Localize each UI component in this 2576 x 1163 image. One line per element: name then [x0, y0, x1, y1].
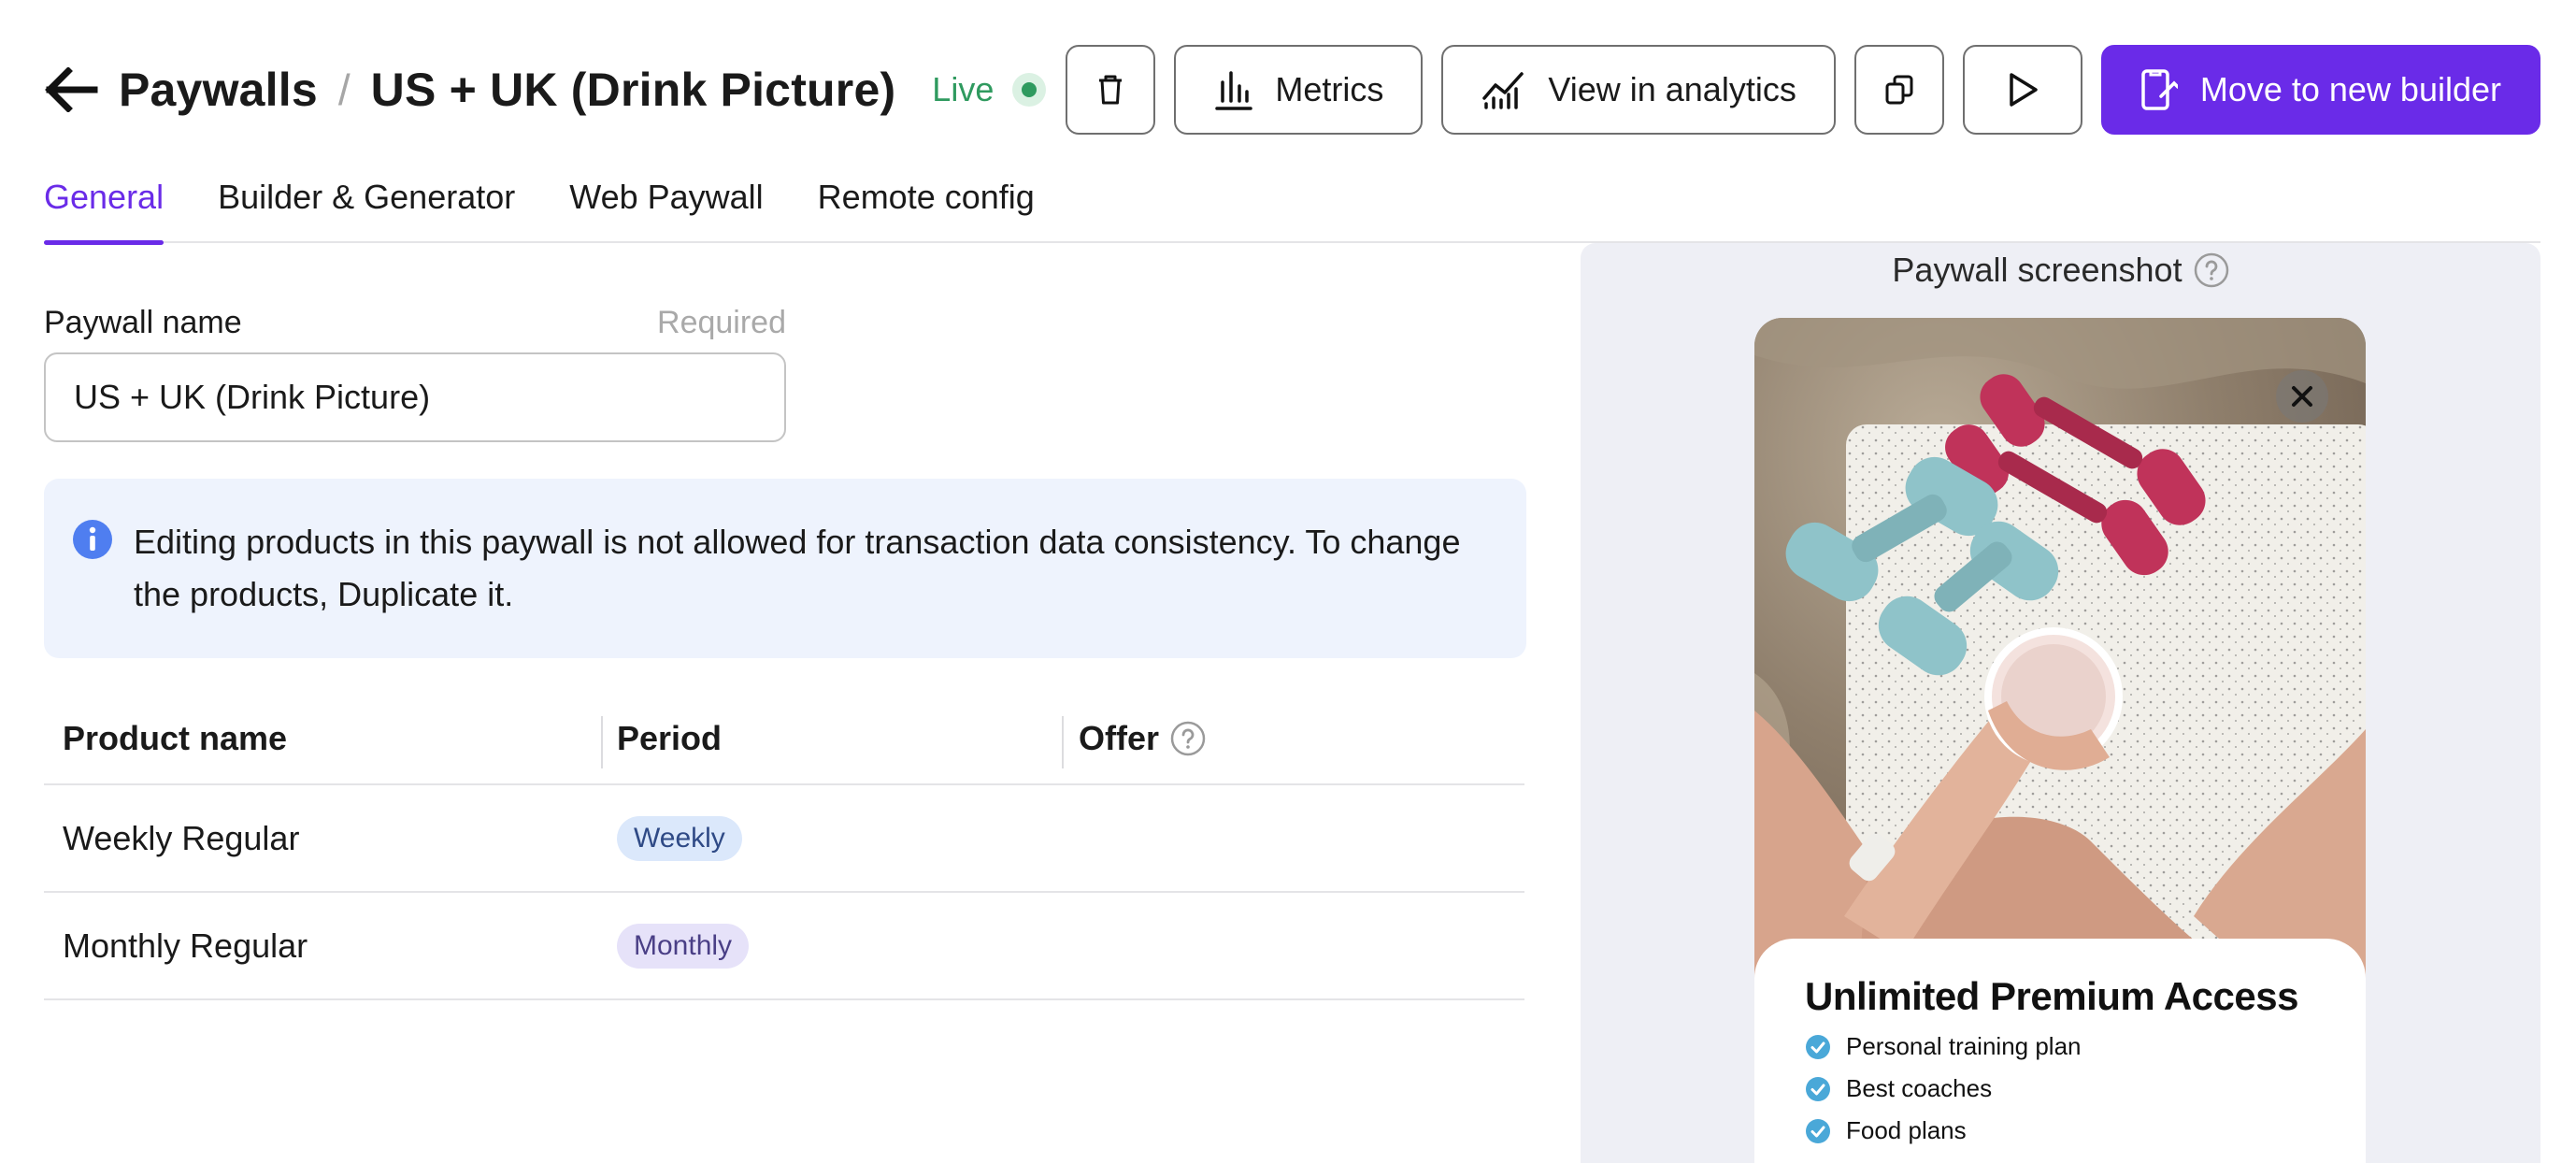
info-text: Editing products in this paywall is not … — [134, 523, 1461, 613]
feature-label: Food plans — [1846, 1116, 1967, 1144]
trash-icon — [1099, 75, 1123, 105]
tab-web-paywall[interactable]: Web Paywall — [569, 168, 763, 243]
period-badge: Weekly — [617, 815, 742, 861]
move-label: Move to new builder — [2199, 70, 2501, 108]
duplicate-button[interactable] — [1853, 45, 1944, 135]
paywall-name-input[interactable] — [44, 352, 786, 442]
paywall-sheet: Unlimited Premium Access Personal traini… — [1754, 939, 2366, 1163]
close-button[interactable] — [2276, 370, 2328, 423]
metrics-button[interactable]: Metrics — [1174, 45, 1424, 135]
offer-header-label: Offer — [1079, 719, 1160, 757]
help-icon[interactable] — [1170, 721, 1206, 756]
fitness-photo-image — [1754, 318, 2366, 991]
analytics-label: View in analytics — [1548, 70, 1796, 108]
tab-general[interactable]: General — [44, 168, 165, 245]
check-circle-icon — [1806, 1118, 1830, 1143]
period-cell: Monthly — [617, 893, 750, 998]
products-table: Product name Period Offer Weekly Regular… — [44, 692, 1524, 1000]
status-badge: Live — [932, 70, 1047, 109]
check-circle-icon — [1806, 1034, 1830, 1059]
status-dot-icon — [1012, 73, 1047, 107]
preview-button[interactable] — [1962, 45, 2082, 135]
table-row[interactable]: Monthly Regular Monthly — [44, 893, 1524, 1000]
table-row[interactable]: Weekly Regular Weekly — [44, 785, 1524, 893]
paywall-preview-panel: Paywall screenshot Unlimited Premium Acc… — [1581, 243, 2540, 1163]
feature-item: Best coaches — [1805, 1074, 2366, 1103]
feature-item: Food plans — [1805, 1116, 2366, 1145]
table-header: Product name Period Offer — [44, 692, 1524, 785]
view-in-analytics-button[interactable]: View in analytics — [1441, 45, 1836, 135]
help-icon[interactable] — [2194, 252, 2229, 288]
close-icon — [2292, 386, 2312, 407]
period-cell: Weekly — [617, 785, 742, 891]
feature-label: Personal training plan — [1846, 1032, 2082, 1060]
metrics-label: Metrics — [1275, 70, 1384, 108]
info-icon — [73, 520, 112, 559]
page-title: US + UK (Drink Picture) — [370, 64, 896, 116]
check-circle-icon — [1806, 1076, 1830, 1101]
required-label: Required — [657, 305, 786, 340]
page-header: Paywalls / US + UK (Drink Picture) Live … — [44, 45, 2540, 135]
analytics-chart-icon — [1482, 72, 1524, 109]
info-banner: Editing products in this paywall is not … — [44, 479, 1526, 658]
column-divider — [601, 716, 603, 768]
paywall-name-label: Paywall name — [44, 305, 242, 340]
feature-label: Best coaches — [1846, 1074, 1993, 1102]
play-icon — [2010, 73, 2038, 107]
status-label: Live — [932, 70, 995, 108]
column-header-product-name: Product name — [63, 719, 288, 757]
column-header-period: Period — [617, 719, 723, 757]
paywall-screenshot: Unlimited Premium Access Personal traini… — [1754, 318, 2366, 1163]
mobile-builder-icon — [2141, 69, 2178, 110]
feature-item: Personal training plan — [1805, 1032, 2366, 1061]
product-name-cell: Monthly Regular — [63, 926, 308, 965]
paywall-name-label-row: Paywall name Required — [44, 305, 786, 341]
tab-bar: General Builder & Generator Web Paywall … — [44, 168, 2540, 245]
paywall-headline: Unlimited Premium Access — [1805, 974, 2298, 1018]
bar-chart-icon — [1215, 71, 1253, 110]
copy-icon — [1885, 75, 1913, 105]
move-to-new-builder-button[interactable]: Move to new builder — [2100, 45, 2540, 135]
preview-title: Paywall screenshot — [1581, 251, 2540, 290]
delete-button[interactable] — [1066, 45, 1156, 135]
period-badge: Monthly — [617, 923, 750, 969]
breadcrumb-separator: / — [337, 65, 351, 114]
back-arrow-icon[interactable] — [44, 66, 98, 113]
preview-title-label: Paywall screenshot — [1892, 251, 2182, 289]
column-header-offer: Offer — [1079, 692, 1206, 785]
product-name-cell: Weekly Regular — [63, 818, 300, 857]
column-divider — [1062, 716, 1064, 768]
tab-remote-config[interactable]: Remote config — [818, 168, 1035, 243]
breadcrumb-paywalls[interactable]: Paywalls — [119, 63, 318, 117]
tab-builder-generator[interactable]: Builder & Generator — [218, 168, 515, 243]
header-actions: Metrics View in analytics Move to new bu… — [1066, 45, 2540, 135]
